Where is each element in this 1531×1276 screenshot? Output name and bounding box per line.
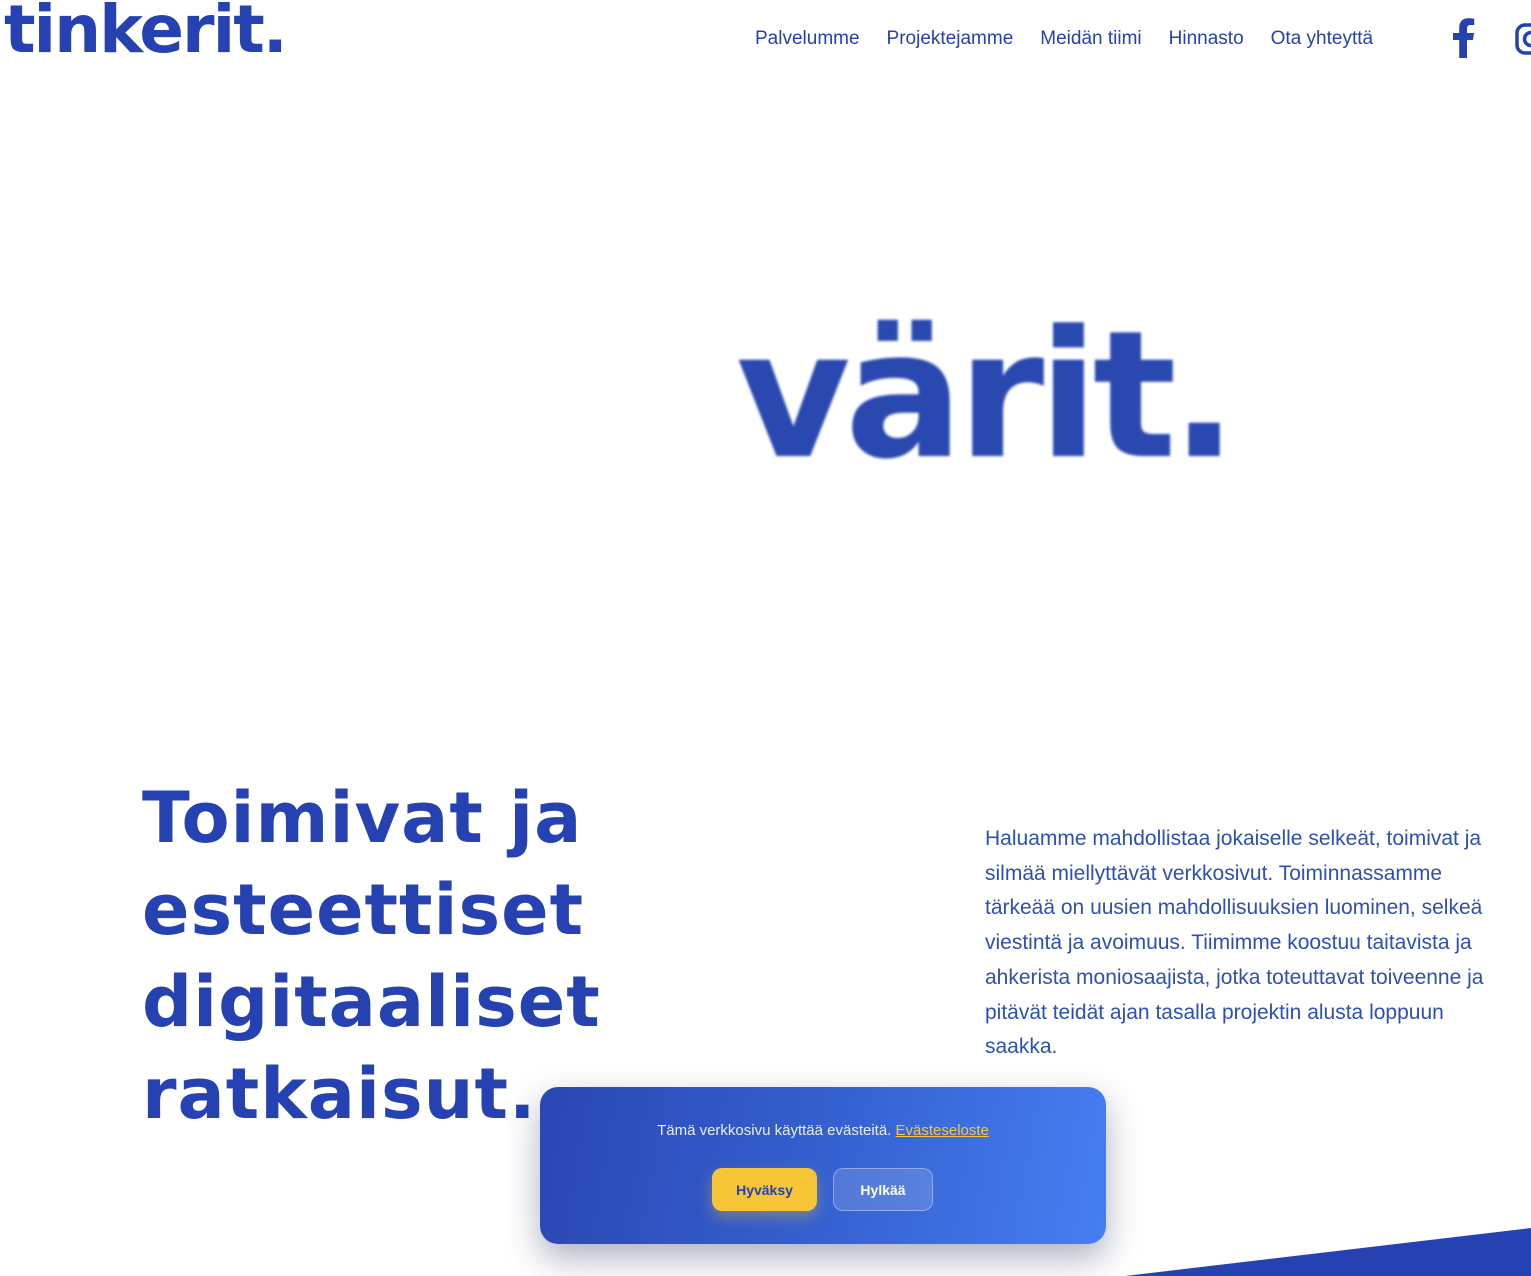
nav-item-projektejamme[interactable]: Projektejamme [887,26,1014,52]
nav-item-palvelumme[interactable]: Palvelumme [755,26,860,52]
instagram-icon[interactable] [1514,22,1531,56]
cookie-banner: Tämä verkkosivu käyttää evästeitä. Eväst… [540,1087,1106,1244]
main-nav: Palvelumme Projektejamme Meidän tiimi Hi… [755,26,1373,52]
nav-item-meidan-tiimi[interactable]: Meidän tiimi [1040,26,1141,52]
hero-wordmark: värit. [736,293,1238,498]
cookie-message: Tämä verkkosivu käyttää evästeitä. Eväst… [540,1122,1106,1139]
nav-item-hinnasto[interactable]: Hinnasto [1169,26,1244,52]
page-headline: Toimivat ja esteettiset digitaaliset rat… [142,777,601,1135]
cookie-message-text: Tämä verkkosivu käyttää evästeitä. [657,1122,896,1139]
reject-cookies-button[interactable]: Hylkää [833,1168,933,1211]
site-logo[interactable]: tinkerit. [4,0,288,67]
cookie-policy-link[interactable]: Evästeseloste [896,1122,989,1139]
intro-paragraph: Haluamme mahdollistaa jokaiselle selkeät… [985,827,1484,1059]
accept-cookies-button[interactable]: Hyväksy [712,1168,817,1211]
nav-item-ota-yhteytta[interactable]: Ota yhteyttä [1271,26,1373,52]
facebook-icon[interactable] [1449,18,1477,58]
